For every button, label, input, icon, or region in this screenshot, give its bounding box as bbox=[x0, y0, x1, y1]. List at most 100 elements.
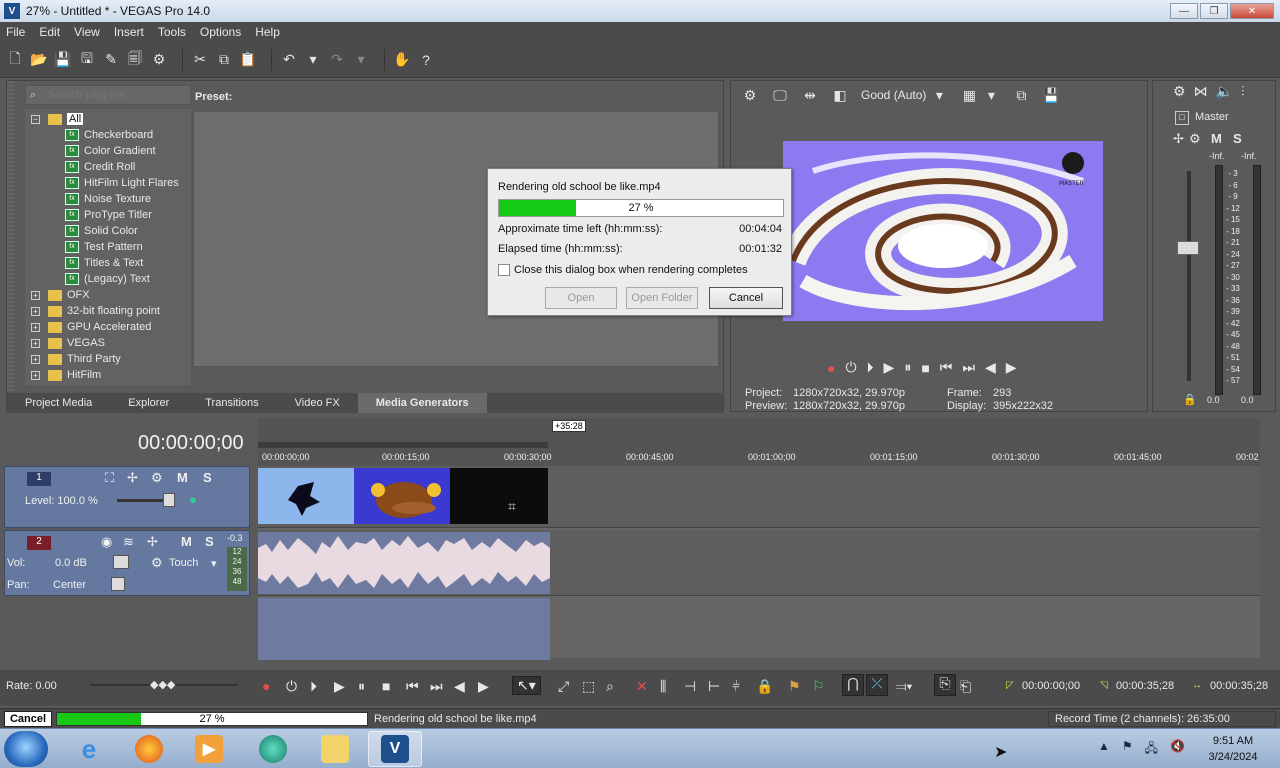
master-fader-handle[interactable] bbox=[1177, 241, 1199, 255]
volume-slider-handle[interactable] bbox=[113, 555, 129, 569]
expand-icon[interactable]: + bbox=[31, 354, 40, 364]
taskbar-file-explorer[interactable] bbox=[308, 731, 362, 767]
arm-for-record-icon[interactable]: ◉ bbox=[101, 534, 112, 550]
tab-transitions[interactable]: Transitions bbox=[187, 393, 276, 413]
panel-grip[interactable] bbox=[7, 81, 15, 411]
automation-gear-icon[interactable]: ⚙ bbox=[151, 555, 163, 571]
tree-item-solid-color[interactable]: fx Solid Color bbox=[65, 223, 138, 239]
save-icon[interactable]: 💾 bbox=[54, 51, 72, 69]
lock-icon[interactable]: 🔒 bbox=[756, 678, 773, 695]
cancel-render-button[interactable]: Cancel bbox=[709, 287, 783, 309]
snapping-magnet-icon[interactable]: ⋂ bbox=[842, 674, 864, 696]
collapse-icon[interactable]: − bbox=[31, 114, 40, 124]
automation-dropdown-icon[interactable]: ▾ bbox=[211, 557, 217, 570]
video-track-header[interactable]: 1 ⛶ ✢ ⚙ M S Level: 100.0 % ● bbox=[4, 466, 250, 528]
tab-video-fx[interactable]: Video FX bbox=[277, 393, 358, 413]
video-clip-splash[interactable] bbox=[258, 468, 354, 524]
play-icon[interactable]: ▶ bbox=[884, 359, 895, 376]
overlays-dropdown-icon[interactable]: ▾ bbox=[982, 86, 1000, 104]
menu-view[interactable]: View bbox=[74, 25, 100, 39]
close-button[interactable]: ✕ bbox=[1230, 3, 1274, 19]
track-fx-icon[interactable]: ✢ bbox=[147, 534, 158, 550]
tree-item-all[interactable]: − All bbox=[31, 111, 84, 127]
menu-options[interactable]: Options bbox=[200, 25, 241, 39]
track-fx-gear-icon[interactable]: ⚙ bbox=[151, 470, 163, 486]
quality-dropdown-icon[interactable]: ▾ bbox=[930, 86, 948, 104]
preview-settings-gear-icon[interactable]: ⚙ bbox=[741, 86, 759, 104]
play-icon[interactable]: ▶ bbox=[334, 678, 345, 695]
audio-solo-button[interactable]: S bbox=[205, 534, 214, 549]
master-settings-gear-icon[interactable]: ⚙ bbox=[1173, 83, 1186, 100]
expand-icon[interactable]: + bbox=[31, 370, 40, 380]
cursor-timecode[interactable]: 00:00:00;00 bbox=[138, 432, 244, 455]
go-to-start-icon[interactable]: ⏮ bbox=[406, 678, 419, 695]
master-pan-icon[interactable]: ✢ bbox=[1173, 131, 1184, 147]
minimize-button[interactable]: — bbox=[1170, 3, 1198, 19]
play-from-start-icon[interactable]: ⏵ bbox=[867, 359, 874, 376]
trim-icon[interactable]: ⫼ bbox=[660, 678, 666, 695]
invert-phase-icon[interactable]: ≋ bbox=[123, 534, 134, 550]
copy-snapshot-icon[interactable]: ⧉ bbox=[1012, 86, 1030, 104]
tree-item-vegas[interactable]: + VEGAS bbox=[31, 335, 105, 351]
tree-item-credit-roll[interactable]: fx Credit Roll bbox=[65, 159, 135, 175]
taskbar-internet-explorer[interactable]: e bbox=[62, 731, 116, 767]
envelope-tool-icon[interactable]: ⤢ bbox=[558, 678, 569, 695]
pan-slider-handle[interactable] bbox=[111, 577, 125, 591]
redo-dropdown-icon[interactable]: ▾ bbox=[352, 51, 370, 69]
checkbox-box[interactable] bbox=[498, 264, 510, 276]
master-fx-gear-icon[interactable]: ⚙ bbox=[1189, 131, 1201, 147]
undo-icon[interactable]: ↶ bbox=[280, 51, 298, 69]
play-from-start-icon[interactable]: ⏵ bbox=[310, 678, 317, 695]
menu-insert[interactable]: Insert bbox=[114, 25, 144, 39]
expand-icon[interactable]: + bbox=[31, 290, 40, 300]
taskbar-vegas-pro[interactable]: V bbox=[368, 731, 422, 767]
compositing-mode-icon[interactable]: ● bbox=[189, 492, 197, 507]
record-icon[interactable]: ● bbox=[827, 360, 835, 376]
video-mute-button[interactable]: M bbox=[177, 470, 188, 485]
whats-this-help-icon[interactable]: ? bbox=[417, 51, 435, 69]
master-solo-button[interactable]: S bbox=[1233, 131, 1242, 146]
settings-gear-icon[interactable]: ⚙ bbox=[150, 51, 168, 69]
selection-tool-icon[interactable]: ⬚ bbox=[582, 678, 595, 695]
search-plugins-box[interactable]: ⌕ bbox=[25, 85, 191, 105]
lock-icon[interactable]: 🔒 bbox=[1183, 393, 1197, 406]
video-lane[interactable]: ⌗ bbox=[258, 466, 1260, 528]
new-file-icon[interactable]: 🗋 bbox=[6, 50, 24, 69]
split-screen-icon[interactable]: ⇹ bbox=[801, 86, 819, 104]
crop-icon[interactable]: ⌗ bbox=[508, 498, 516, 515]
open-folder-button[interactable]: Open Folder bbox=[626, 287, 698, 309]
next-frame-icon[interactable]: ▶ bbox=[478, 678, 489, 695]
menu-help[interactable]: Help bbox=[255, 25, 280, 39]
track-motion-icon[interactable]: ⛶ bbox=[105, 470, 114, 486]
cut-icon[interactable]: ✂ bbox=[191, 51, 209, 69]
external-monitor-icon[interactable]: 🖵 bbox=[771, 86, 789, 104]
trim-start-icon[interactable]: ⊣ bbox=[684, 678, 696, 695]
ripple-edit-icon[interactable]: ⫤▾ bbox=[896, 678, 912, 695]
rate-slider-handle[interactable]: ◆◆◆ bbox=[150, 678, 175, 691]
expand-icon[interactable]: + bbox=[31, 338, 40, 348]
tree-item-titles-text[interactable]: fx Titles & Text bbox=[65, 255, 143, 271]
go-to-end-icon[interactable]: ⏭ bbox=[962, 359, 975, 376]
insert-region-icon[interactable]: ⚐ bbox=[812, 678, 825, 695]
action-center-flag-icon[interactable]: ⚑ bbox=[1122, 739, 1133, 760]
record-icon[interactable]: ● bbox=[262, 678, 270, 694]
ignore-grouping-icon[interactable]: ⎗ bbox=[960, 678, 971, 695]
menu-edit[interactable]: Edit bbox=[39, 25, 60, 39]
network-icon[interactable]: 🖧 bbox=[1145, 739, 1158, 760]
preview-fx-icon[interactable]: ◧ bbox=[831, 86, 849, 104]
selection-region[interactable] bbox=[258, 598, 550, 660]
audio-mute-button[interactable]: M bbox=[181, 534, 192, 549]
pause-icon[interactable]: ⏸ bbox=[358, 678, 365, 695]
delete-icon[interactable]: ✕ bbox=[636, 678, 648, 695]
downmix-icon[interactable]: ⋈ bbox=[1194, 83, 1208, 100]
taskbar-firefox[interactable] bbox=[122, 731, 176, 767]
save-snapshot-icon[interactable]: 💾 bbox=[1042, 86, 1060, 104]
tree-item-hitfilm-light-flares[interactable]: fx HitFilm Light Flares bbox=[65, 175, 179, 191]
go-to-end-icon[interactable]: ⏭ bbox=[430, 678, 443, 695]
copy-icon[interactable]: ⧉ bbox=[215, 51, 233, 69]
taskbar-media-player[interactable]: ▶ bbox=[182, 731, 236, 767]
timeline-ruler[interactable]: +35:28 00:00:00;00 00:00:15;00 00:00:30;… bbox=[258, 418, 1260, 466]
master-fx-icon[interactable]: □ bbox=[1175, 111, 1189, 125]
start-button[interactable] bbox=[4, 731, 48, 767]
redo-icon[interactable]: ↷ bbox=[328, 51, 346, 69]
